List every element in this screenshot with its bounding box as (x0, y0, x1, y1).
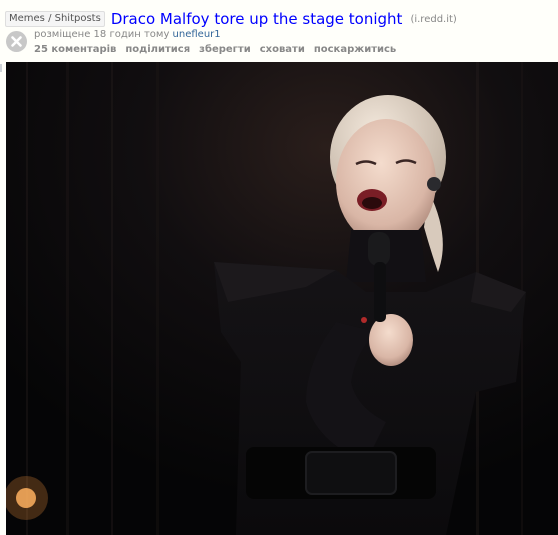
post-age-text: розміщене 18 годин тому (34, 29, 170, 40)
singer-photo (6, 62, 558, 535)
post-title-row: Memes / Shitposts Draco Malfoy tore up t… (5, 9, 457, 29)
post-domain: (i.redd.it) (410, 14, 456, 25)
post-flair[interactable]: Memes / Shitposts (5, 11, 105, 27)
post-action-buttons: 25 коментарів поділитися зберегти сховат… (34, 44, 396, 55)
reddit-post: Memes / Shitposts Draco Malfoy tore up t… (0, 0, 558, 535)
post-domain-link[interactable]: (i.redd.it) (410, 14, 456, 25)
post-title-link[interactable]: Draco Malfoy tore up the stage tonight (111, 10, 403, 28)
hide-button[interactable]: сховати (260, 44, 305, 55)
post-image[interactable] (6, 62, 558, 535)
comments-button[interactable]: 25 коментарів (34, 44, 116, 55)
thumbnail-close-icon[interactable] (6, 31, 27, 52)
post-author-link[interactable]: unefleur1 (173, 29, 221, 40)
save-button[interactable]: зберегти (199, 44, 251, 55)
close-x-icon (11, 36, 22, 47)
share-button[interactable]: поділитися (125, 44, 190, 55)
post-left-marker (0, 64, 2, 72)
report-button[interactable]: поскаржитись (314, 44, 396, 55)
post-tagline: розміщене 18 годин тому unefleur1 (34, 29, 221, 40)
